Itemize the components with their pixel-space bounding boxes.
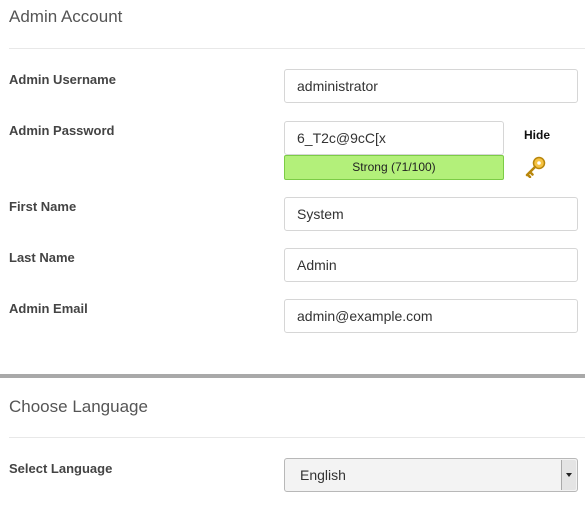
admin-password-input[interactable]: 6_T2c@9cC[x xyxy=(284,121,504,155)
last-name-input[interactable]: Admin xyxy=(284,248,578,282)
section-separator xyxy=(0,374,585,378)
key-icon[interactable] xyxy=(524,156,548,178)
hide-password-link[interactable]: Hide xyxy=(524,128,550,142)
section-title-choose-language: Choose Language xyxy=(9,397,148,416)
admin-email-label: Admin Email xyxy=(9,301,88,316)
last-name-label: Last Name xyxy=(9,250,75,265)
password-strength-meter: Strong (71/100) xyxy=(284,155,504,180)
language-select[interactable]: English xyxy=(284,458,578,492)
section-divider xyxy=(9,437,585,438)
select-language-label: Select Language xyxy=(9,461,113,476)
section-divider xyxy=(9,48,585,49)
admin-email-input[interactable]: admin@example.com xyxy=(284,299,578,333)
section-title-admin-account: Admin Account xyxy=(9,7,123,26)
admin-username-label: Admin Username xyxy=(9,72,116,87)
admin-username-input[interactable]: administrator xyxy=(284,69,578,103)
first-name-label: First Name xyxy=(9,199,77,214)
first-name-input[interactable]: System xyxy=(284,197,578,231)
chevron-down-icon[interactable] xyxy=(561,460,576,490)
language-select-value: English xyxy=(300,467,346,483)
admin-password-label: Admin Password xyxy=(9,123,115,138)
